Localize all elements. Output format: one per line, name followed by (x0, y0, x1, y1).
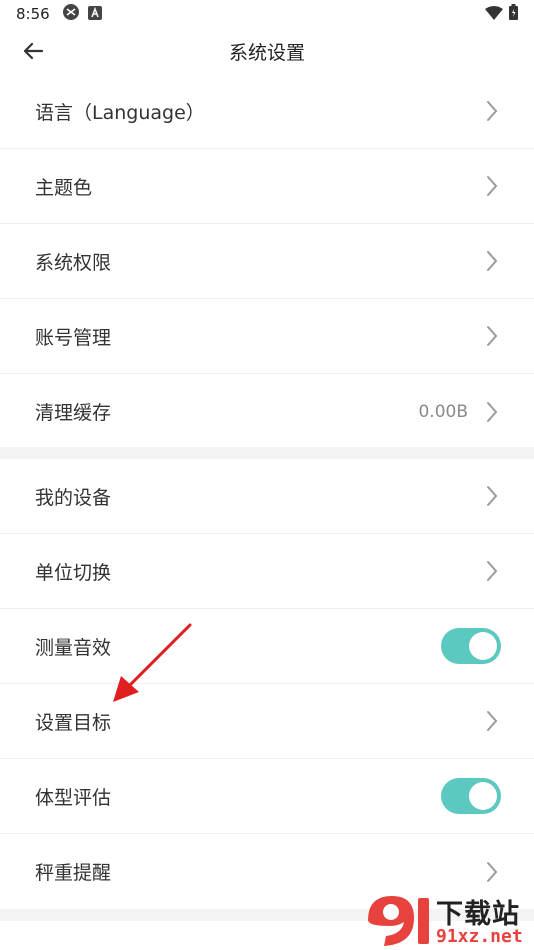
setting-label: 清理缓存 (35, 402, 112, 424)
wifi-icon (485, 5, 503, 24)
setting-row-language[interactable]: 语言（Language） (0, 74, 534, 149)
setting-label: 设置目标 (35, 711, 112, 734)
setting-row-my-devices[interactable]: 我的设备 (0, 459, 534, 534)
back-arrow-icon (23, 42, 44, 60)
back-button[interactable] (18, 36, 48, 66)
battery-icon (509, 4, 518, 24)
measurement-sound-toggle[interactable] (441, 628, 501, 664)
watermark-mark-icon (368, 896, 429, 946)
settings-group-device: 我的设备 单位切换 测量音效 设置目标 体型评估 秤重提醒 (0, 459, 534, 909)
setting-row-account-management[interactable]: 账号管理 (0, 299, 534, 374)
setting-label: 单位切换 (35, 561, 112, 584)
setting-row-set-goal[interactable]: 设置目标 (0, 684, 534, 759)
setting-row-theme-color[interactable]: 主题色 (0, 149, 534, 224)
watermark-domain: 91xz.net (436, 926, 523, 947)
chevron-right-icon (484, 99, 500, 123)
setting-row-measurement-sound: 测量音效 (0, 609, 534, 684)
settings-group-general: 语言（Language） 主题色 系统权限 账号管理 清理缓存 0.00B (0, 74, 534, 447)
toggle-knob (469, 632, 497, 660)
setting-label: 体型评估 (35, 786, 112, 809)
app-bar: 系统设置 (0, 28, 534, 74)
setting-label: 系统权限 (35, 251, 112, 274)
watermark-logo: 下载站 91xz.net (360, 890, 534, 950)
setting-label: 语言（Language） (35, 101, 205, 124)
chevron-right-icon (484, 400, 500, 424)
setting-row-body-assessment: 体型评估 (0, 759, 534, 834)
app-notification-icon (62, 3, 80, 25)
status-time: 8:56 (16, 5, 50, 23)
chevron-right-icon (484, 249, 500, 273)
setting-label: 秤重提醒 (35, 862, 112, 884)
font-notification-icon (87, 5, 102, 24)
chevron-right-icon (484, 559, 500, 583)
page-title: 系统设置 (228, 41, 305, 64)
setting-row-unit-switch[interactable]: 单位切换 (0, 534, 534, 609)
setting-label: 测量音效 (35, 636, 112, 659)
chevron-right-icon (484, 709, 500, 733)
status-bar: 8:56 (0, 0, 534, 28)
setting-label: 我的设备 (35, 486, 112, 509)
cache-size-value: 0.00B (418, 401, 468, 422)
chevron-right-icon (484, 174, 500, 198)
setting-row-system-permissions[interactable]: 系统权限 (0, 224, 534, 299)
chevron-right-icon (484, 484, 500, 508)
chevron-right-icon (484, 860, 500, 884)
body-assessment-toggle[interactable] (441, 778, 501, 814)
setting-row-clear-cache[interactable]: 清理缓存 0.00B (0, 374, 534, 449)
setting-label: 账号管理 (35, 326, 112, 349)
toggle-knob (469, 782, 497, 810)
setting-label: 主题色 (35, 176, 93, 199)
chevron-right-icon (484, 324, 500, 348)
